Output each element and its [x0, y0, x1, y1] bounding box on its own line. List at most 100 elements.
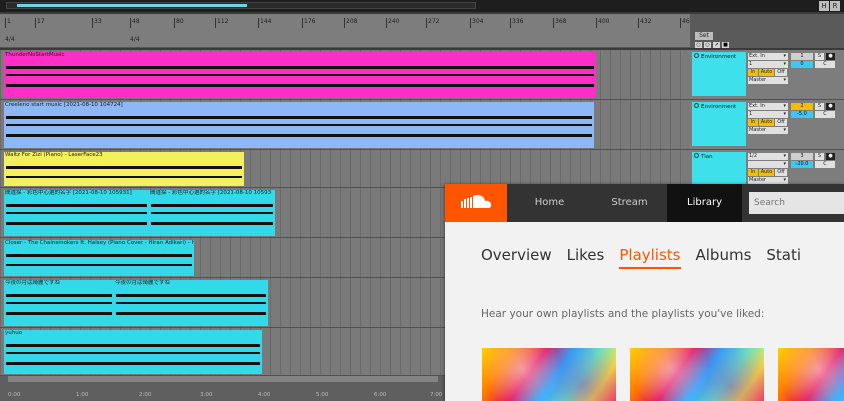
- volume-value[interactable]: -20.0: [791, 161, 813, 168]
- nav-stream[interactable]: Stream: [592, 184, 667, 222]
- audio-clip[interactable]: Waltz For Zizi (Piano) - LaserFace23: [4, 152, 244, 186]
- record-arm-button[interactable]: ●: [826, 53, 835, 60]
- time-signature-marker[interactable]: 4/4: [5, 36, 15, 43]
- waveform: [6, 116, 592, 119]
- waveform: [6, 176, 242, 178]
- input-channel-select[interactable]: 1: [748, 61, 788, 68]
- monitor-auto-button[interactable]: Auto: [759, 119, 774, 126]
- audio-clip[interactable]: 間違探 - 彩色中心選的名字 [2021-08-10 10593: [149, 190, 275, 236]
- track-mixer: Environment Ext. In1InAutoOffMaster 2S● -5.…: [690, 100, 844, 150]
- track-fold-icon[interactable]: [694, 153, 699, 158]
- search-input[interactable]: [749, 192, 844, 214]
- set-buttons: ○ ○ ↗ ■: [695, 42, 729, 48]
- monitor-auto-button[interactable]: Auto: [759, 69, 774, 76]
- audio-clip[interactable]: Creeleno start music [2021-08-10 104724]: [4, 102, 594, 148]
- time-label: 6:00: [374, 392, 387, 398]
- audio-clip[interactable]: ThunderNoStartMusic: [4, 52, 596, 98]
- input-channel-select[interactable]: [748, 161, 788, 168]
- clip-title: ThunderNoStartMusic: [5, 52, 65, 58]
- arrangement-overview[interactable]: [6, 2, 476, 9]
- input-type-select[interactable]: Ext. In: [748, 53, 788, 60]
- volume-value[interactable]: -5.0: [791, 111, 813, 118]
- clip-title: 今夜の月は綺麗ですね: [115, 280, 171, 286]
- waveform: [116, 312, 266, 315]
- track-lane[interactable]: Creeleno start music [2021-08-10 104724]: [0, 100, 690, 150]
- ruler-bar-label: 144: [258, 18, 271, 28]
- playlist-artwork[interactable]: [630, 348, 764, 401]
- set-label[interactable]: Set: [695, 32, 713, 40]
- soundcloud-logo[interactable]: [445, 184, 507, 222]
- header-button-r[interactable]: R: [830, 1, 840, 11]
- output-routing-select[interactable]: Master: [748, 127, 788, 134]
- time-signature-marker[interactable]: 4/4: [130, 36, 140, 43]
- nav-home[interactable]: Home: [507, 184, 592, 222]
- monitor-off-button[interactable]: Off: [775, 119, 787, 126]
- tab-likes[interactable]: Likes: [567, 246, 605, 269]
- track-name[interactable]: Environment: [692, 52, 746, 96]
- clip-title: 間違探 - 彩色中心選的名字 [2021-08-10 105931]: [5, 190, 132, 196]
- input-channel-select[interactable]: 1: [748, 111, 788, 118]
- monitor-in-button[interactable]: In: [748, 69, 758, 76]
- ruler-bar-label: 1: [5, 18, 11, 28]
- monitor-in-button[interactable]: In: [748, 169, 758, 176]
- audio-clip[interactable]: 今夜の月は綺麗ですね: [114, 280, 268, 326]
- set-button-4[interactable]: ■: [722, 42, 729, 48]
- waveform: [6, 344, 260, 347]
- pan-center-button[interactable]: C: [815, 111, 835, 118]
- set-button-1[interactable]: ○: [695, 42, 702, 48]
- playlist-artwork[interactable]: [482, 348, 616, 401]
- set-button-2[interactable]: ○: [704, 42, 711, 48]
- track-number-button[interactable]: 3: [791, 153, 813, 160]
- tab-playlists[interactable]: Playlists: [619, 246, 681, 269]
- header-button-h[interactable]: H: [819, 1, 829, 11]
- audio-clip[interactable]: 間違探 - 彩色中心選的名字 [2021-08-10 105931]: [4, 190, 149, 236]
- soundcloud-nav: Home Stream Library: [445, 184, 844, 222]
- output-routing-select[interactable]: Master: [748, 77, 788, 84]
- overview-strip: H R: [0, 0, 844, 12]
- time-label: 0:00: [8, 392, 21, 398]
- horizontal-scrollbar[interactable]: [8, 376, 438, 382]
- ruler-bar-label: 80: [174, 18, 184, 28]
- nav-library[interactable]: Library: [667, 184, 742, 222]
- audio-clip[interactable]: yuhuo: [4, 330, 262, 374]
- monitor-off-button[interactable]: Off: [775, 169, 787, 176]
- track-fold-icon[interactable]: [694, 53, 699, 58]
- tab-stations[interactable]: Stati: [766, 246, 801, 269]
- track-number-button[interactable]: 2: [791, 103, 813, 110]
- waveform: [6, 312, 112, 315]
- input-type-select[interactable]: 1/2: [748, 153, 788, 160]
- overview-loop-region[interactable]: [17, 4, 247, 7]
- pan-center-button[interactable]: C: [815, 61, 835, 68]
- waveform: [6, 352, 260, 354]
- track-lane[interactable]: Waltz For Zizi (Piano) - LaserFace23: [0, 150, 690, 188]
- set-button-3[interactable]: ↗: [713, 42, 720, 48]
- audio-clip[interactable]: Closer - The Chainsmokers ft. Halsey (Pi…: [4, 240, 194, 276]
- ruler-bar-label: 176: [302, 18, 315, 28]
- ruler-bar-label: 112: [215, 18, 228, 28]
- clip-title: 今夜の月は綺麗ですね: [5, 280, 61, 286]
- monitor-off-button[interactable]: Off: [775, 69, 787, 76]
- track-number-button[interactable]: 1: [791, 53, 813, 60]
- volume-value[interactable]: 0: [791, 61, 813, 68]
- solo-button[interactable]: S: [815, 53, 824, 60]
- track-lane[interactable]: ThunderNoStartMusic: [0, 50, 690, 100]
- header-buttons: H R: [819, 1, 840, 11]
- monitor-auto-button[interactable]: Auto: [759, 169, 774, 176]
- beat-time-ruler[interactable]: 1 17 33 48 80 112 144 176 208 240 272 304 336 368 400 4…: [0, 14, 693, 48]
- input-type-select[interactable]: Ext. In: [748, 103, 788, 110]
- solo-button[interactable]: S: [815, 153, 824, 160]
- track-fold-icon[interactable]: [694, 103, 699, 108]
- output-routing-select[interactable]: Master: [748, 177, 788, 184]
- waveform: [6, 66, 594, 69]
- solo-button[interactable]: S: [815, 103, 824, 110]
- waveform: [6, 222, 147, 225]
- monitor-in-button[interactable]: In: [748, 119, 758, 126]
- record-arm-button[interactable]: ●: [826, 153, 835, 160]
- tab-overview[interactable]: Overview: [481, 246, 552, 269]
- record-arm-button[interactable]: ●: [826, 103, 835, 110]
- tab-albums[interactable]: Albums: [696, 246, 752, 269]
- playlist-artwork[interactable]: [778, 348, 844, 401]
- track-name[interactable]: Environment: [692, 102, 746, 146]
- pan-center-button[interactable]: C: [815, 161, 835, 168]
- audio-clip[interactable]: 今夜の月は綺麗ですね: [4, 280, 114, 326]
